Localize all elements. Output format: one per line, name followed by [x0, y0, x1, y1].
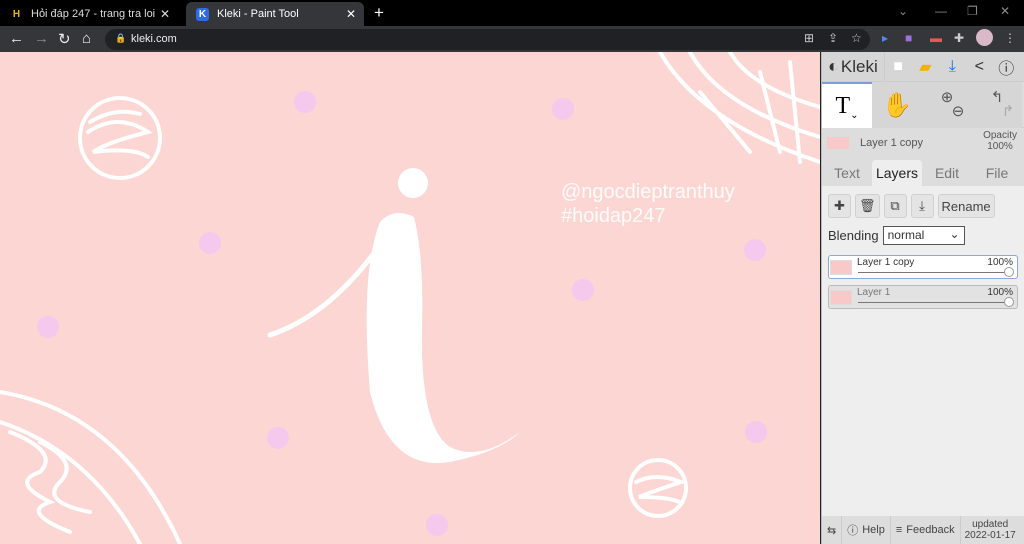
- url-input[interactable]: 🔒 kleki.com: [105, 29, 870, 50]
- open-folder-icon[interactable]: ▰: [912, 57, 939, 77]
- layer-thumbnail: [826, 136, 850, 150]
- layer-thumbnail: [830, 290, 852, 305]
- tool-panel: ◐ Kleki ■ ▰ ⤓ < ⓘ T ⌄ ✋ ⊕ ⊖ ↰ ↱ Layer 1 copy…: [821, 51, 1024, 544]
- toolbar: T ⌄ ✋ ⊕ ⊖ ↰ ↱: [822, 82, 1024, 128]
- layer-actions: ✚ 🗑 ⧉ ⤓ Rename: [828, 194, 1018, 218]
- tab-hoidap[interactable]: H Hỏi đáp 247 - trang tra loi ✕: [0, 2, 178, 26]
- home-icon[interactable]: ⌂: [82, 30, 91, 47]
- extension-icon[interactable]: ▸: [882, 31, 888, 45]
- layer-item[interactable]: Layer 1 copy 100%: [828, 255, 1018, 279]
- hoidap-favicon: H: [12, 8, 21, 20]
- panel-tabs: Text Layers Edit File: [822, 158, 1024, 186]
- extension-icon[interactable]: ▬: [930, 31, 942, 45]
- opacity-value: 100%: [987, 141, 1013, 152]
- history-buttons: ↰ ↱: [972, 82, 1022, 128]
- delete-layer-button[interactable]: 🗑: [855, 194, 880, 218]
- blending-row: Blending normal ⌄: [828, 226, 1018, 245]
- add-layer-button[interactable]: ✚: [828, 194, 851, 218]
- menu-icon[interactable]: ⋮: [1004, 31, 1016, 45]
- share-icon[interactable]: <: [966, 58, 993, 76]
- tab-file[interactable]: File: [972, 160, 1022, 186]
- opacity-readout: Opacity 100%: [983, 130, 1017, 152]
- back-icon[interactable]: ←: [9, 30, 24, 47]
- current-layer-info: Layer 1 copy Opacity 100%: [822, 128, 1024, 158]
- help-button[interactable]: ⓘ Help: [842, 516, 891, 544]
- layer-item[interactable]: Layer 1 100%: [828, 285, 1018, 309]
- bookmark-star-icon[interactable]: ☆: [851, 31, 862, 45]
- panel-footer: ⇆ ⓘ Help ≡ Feedback updated 2022-01-17: [822, 516, 1024, 544]
- slider-handle[interactable]: [1004, 297, 1014, 307]
- watermark-hashtag: #hoidap247: [561, 205, 666, 227]
- feedback-label: Feedback: [906, 524, 955, 536]
- close-tab-icon[interactable]: ✕: [346, 7, 356, 21]
- blending-select[interactable]: normal ⌄: [882, 226, 965, 245]
- new-image-icon[interactable]: ■: [885, 58, 912, 76]
- layer-opacity-slider[interactable]: [858, 302, 1007, 303]
- minimize-button[interactable]: —: [935, 4, 947, 18]
- close-window-button[interactable]: ✕: [1000, 4, 1010, 18]
- lock-icon: 🔒: [115, 33, 127, 43]
- watermark-handle: @ngocdieptranthuy: [561, 181, 735, 203]
- help-label: Help: [862, 524, 885, 536]
- swap-side-button[interactable]: ⇆: [822, 516, 843, 544]
- swap-arrows-icon: ⇆: [827, 524, 837, 537]
- close-tab-icon[interactable]: ✕: [160, 7, 170, 21]
- text-tool-button[interactable]: T ⌄: [822, 82, 872, 128]
- updated-info: updated 2022-01-17: [961, 519, 1016, 541]
- share-icon[interactable]: ⇪: [828, 31, 838, 45]
- tab-edit[interactable]: Edit: [922, 160, 972, 186]
- updated-label: updated: [972, 519, 1009, 530]
- tab-search-icon[interactable]: ⌄: [898, 4, 908, 18]
- download-icon[interactable]: ⤓: [939, 58, 966, 76]
- new-tab-button[interactable]: +: [374, 3, 384, 23]
- duplicate-layer-button[interactable]: ⧉: [883, 194, 907, 218]
- kleki-logo[interactable]: ◐ Kleki: [822, 51, 885, 82]
- tab-title: Hỏi đáp 247 - trang tra loi: [31, 8, 156, 20]
- feedback-button[interactable]: ≡ Feedback: [891, 516, 961, 544]
- kleki-favicon: K: [196, 7, 209, 21]
- logo-text: Kleki: [840, 56, 878, 76]
- tab-text[interactable]: Text: [822, 160, 872, 186]
- help-icon: ⓘ: [847, 525, 859, 537]
- layer-thumbnail: [830, 260, 852, 275]
- blending-value: normal: [887, 228, 925, 242]
- zoom-out-icon[interactable]: ⊖: [952, 104, 965, 119]
- merge-down-button[interactable]: ⤓: [910, 194, 934, 218]
- rename-button[interactable]: Rename: [937, 194, 995, 218]
- blending-label: Blending: [828, 228, 879, 243]
- layer-opacity-slider[interactable]: [858, 272, 1007, 273]
- feedback-icon: ≡: [895, 524, 903, 536]
- layers-panel: ✚ 🗑 ⧉ ⤓ Rename Blending normal ⌄ Layer 1 …: [822, 186, 1024, 544]
- extension-icon[interactable]: ■: [905, 31, 912, 45]
- forward-icon[interactable]: →: [34, 30, 49, 47]
- layer-name: Layer 1: [857, 287, 891, 298]
- watermark-text: @ngocdieptranthuy #hoidap247: [561, 180, 735, 228]
- canvas-artwork: [0, 52, 820, 544]
- tab-bar: H Hỏi đáp 247 - trang tra loi ✕ K Kleki - P…: [0, 0, 1024, 26]
- slider-handle[interactable]: [1004, 267, 1014, 277]
- tab-kleki[interactable]: K Kleki - Paint Tool ✕: [186, 2, 364, 26]
- url-text: kleki.com: [131, 33, 177, 45]
- updated-date: 2022-01-17: [964, 530, 1016, 541]
- tab-title: Kleki - Paint Tool: [217, 8, 299, 20]
- zoom-buttons: ⊕ ⊖: [922, 82, 972, 128]
- layer-name: Layer 1 copy: [857, 257, 915, 268]
- chevron-down-icon: ⌄: [850, 109, 859, 121]
- hand-tool-button[interactable]: ✋: [872, 82, 922, 128]
- opacity-label: Opacity: [983, 130, 1017, 141]
- help-icon[interactable]: ⓘ: [993, 55, 1020, 79]
- current-layer-name: Layer 1 copy: [860, 137, 923, 149]
- tab-layers[interactable]: Layers: [872, 160, 922, 186]
- maximize-button[interactable]: ❐: [967, 4, 978, 18]
- panel-header: ◐ Kleki ■ ▰ ⤓ < ⓘ: [822, 51, 1024, 82]
- profile-avatar[interactable]: [976, 29, 993, 46]
- chevron-down-icon: ⌄: [949, 227, 960, 241]
- translate-icon[interactable]: ⊞: [804, 31, 814, 45]
- redo-icon[interactable]: ↱: [1002, 104, 1015, 119]
- kleki-logo-icon: ◐: [828, 56, 839, 76]
- extensions-puzzle-icon[interactable]: ✚: [954, 31, 964, 45]
- reload-icon[interactable]: ↻: [58, 30, 71, 48]
- drawing-canvas[interactable]: @ngocdieptranthuy #hoidap247: [0, 52, 820, 544]
- address-bar: ← → ↻ ⌂ 🔒 kleki.com ⊞ ⇪ ☆ ▸ ■ ▬ ✚ ⋮: [0, 26, 1024, 52]
